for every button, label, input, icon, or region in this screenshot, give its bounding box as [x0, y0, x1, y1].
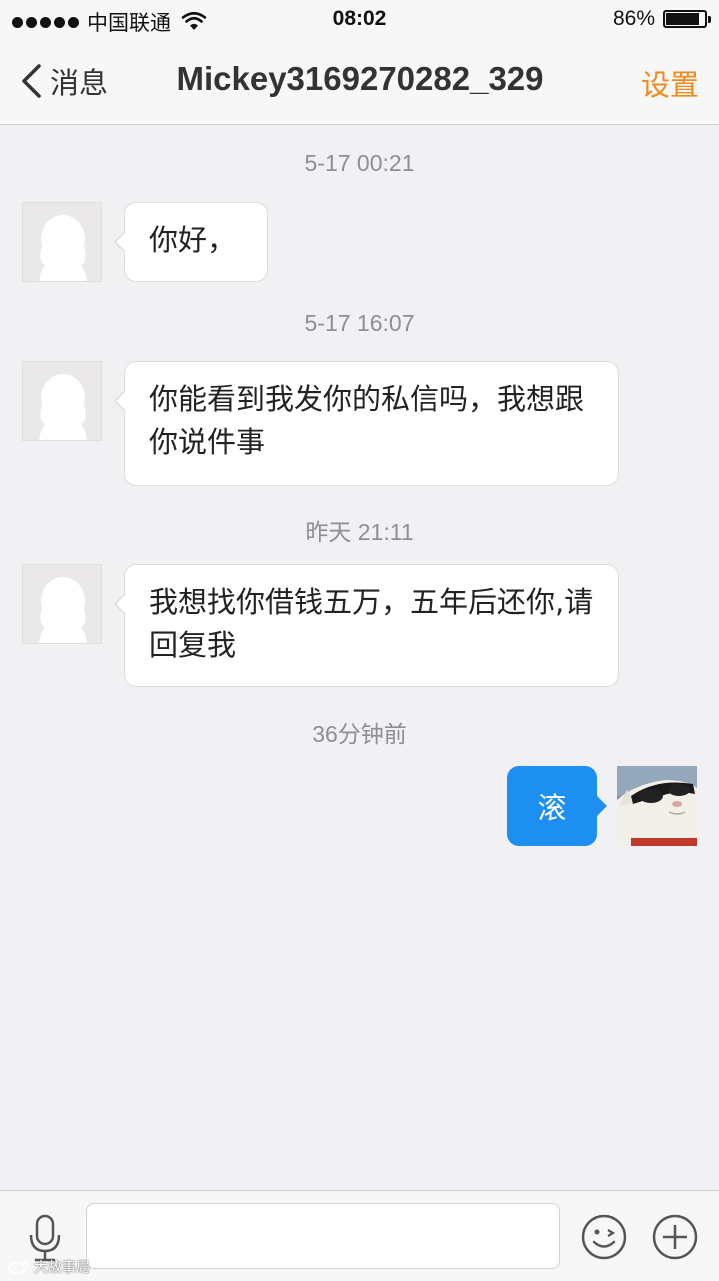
back-button[interactable]: 消息	[20, 60, 108, 102]
cat-with-sunglasses-avatar-icon	[617, 766, 697, 846]
back-label: 消息	[50, 66, 109, 100]
message-input[interactable]	[86, 1203, 560, 1269]
message-bubble-incoming[interactable]: 你好，	[114, 202, 268, 282]
sender-avatar[interactable]	[22, 361, 102, 441]
plus-icon[interactable]	[651, 1213, 699, 1261]
settings-button[interactable]: 设置	[641, 62, 699, 104]
message-timestamp: 36分钟前	[312, 721, 407, 747]
input-bar	[0, 1190, 719, 1281]
message-timestamp: 5-17 16:07	[304, 310, 415, 336]
sender-avatar[interactable]	[22, 564, 102, 644]
message-text: 我想找你借钱五万，五年后还你,请回复我	[149, 585, 594, 662]
watermark-text: 大故事局	[34, 1260, 90, 1276]
emoji-icon[interactable]	[580, 1213, 628, 1261]
navigation-bar: 消息 Mickey3169270282_329 设置	[0, 40, 719, 125]
weibo-logo-icon	[8, 1261, 29, 1274]
message-timestamp: 昨天 21:11	[305, 519, 414, 545]
message-bubble-incoming[interactable]: 你能看到我发你的私信吗，我想跟你说件事	[114, 361, 619, 486]
default-avatar-icon	[39, 577, 87, 643]
sender-avatar[interactable]	[22, 202, 102, 282]
chevron-left-icon	[22, 64, 41, 98]
conversation-title: Mickey3169270282_329	[176, 60, 544, 97]
status-time: 08:02	[332, 7, 387, 30]
message-timestamp: 5-17 00:21	[304, 150, 415, 176]
default-avatar-icon	[39, 374, 87, 440]
battery-fill	[666, 13, 699, 25]
message-text: 你好，	[149, 223, 237, 257]
status-bar: 中国联通 08:02 86%	[0, 0, 719, 40]
default-avatar-icon	[39, 215, 87, 281]
message-text: 你能看到我发你的私信吗，我想跟你说件事	[149, 382, 585, 459]
my-avatar[interactable]	[617, 766, 697, 846]
status-right: 86%	[612, 7, 711, 31]
watermark: 大故事局	[8, 1257, 90, 1277]
battery-icon	[663, 10, 711, 28]
battery-percentage: 86%	[612, 7, 655, 30]
microphone-icon[interactable]	[24, 1213, 66, 1263]
message-text: 滚	[537, 791, 567, 825]
message-bubble-incoming[interactable]: 我想找你借钱五万，五年后还你,请回复我	[114, 564, 619, 687]
message-bubble-outgoing[interactable]: 滚	[507, 766, 607, 846]
